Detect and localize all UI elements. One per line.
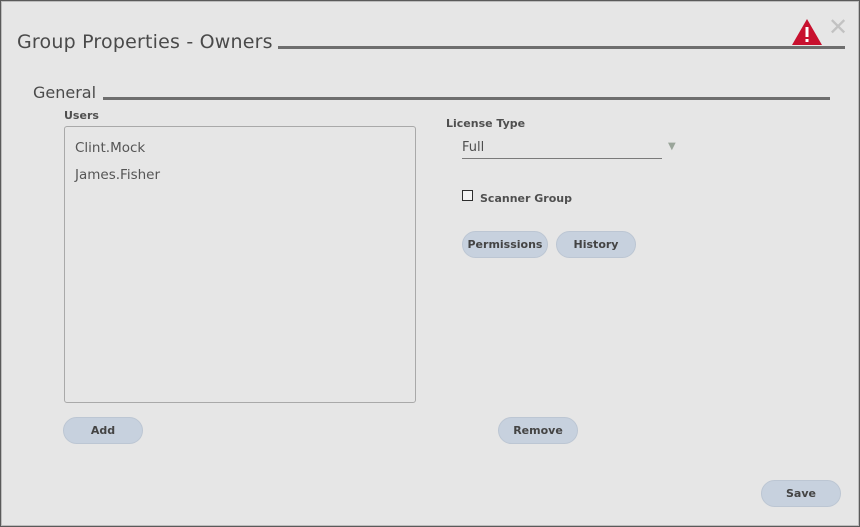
- scanner-group-label: Scanner Group: [480, 192, 572, 205]
- warning-icon[interactable]: [791, 18, 823, 46]
- title-divider: [278, 46, 845, 49]
- license-type-select[interactable]: Full: [462, 138, 662, 159]
- section-divider: [103, 97, 830, 100]
- history-button[interactable]: History: [556, 231, 636, 258]
- remove-button[interactable]: Remove: [498, 417, 578, 444]
- permissions-button[interactable]: Permissions: [462, 231, 548, 258]
- scanner-group-checkbox[interactable]: [462, 190, 473, 201]
- list-item[interactable]: James.Fisher: [65, 162, 415, 189]
- users-label: Users: [64, 109, 99, 122]
- save-button[interactable]: Save: [761, 480, 841, 507]
- list-item[interactable]: Clint.Mock: [65, 135, 415, 162]
- license-type-label: License Type: [446, 117, 526, 130]
- close-icon[interactable]: ✕: [828, 15, 848, 39]
- chevron-down-icon[interactable]: ▼: [668, 141, 676, 152]
- users-list[interactable]: Clint.Mock James.Fisher: [64, 126, 416, 403]
- add-button[interactable]: Add: [63, 417, 143, 444]
- dialog-title: Group Properties - Owners: [17, 31, 273, 53]
- section-title-general: General: [33, 83, 97, 102]
- group-properties-dialog: Group Properties - Owners ✕ General User…: [1, 1, 859, 526]
